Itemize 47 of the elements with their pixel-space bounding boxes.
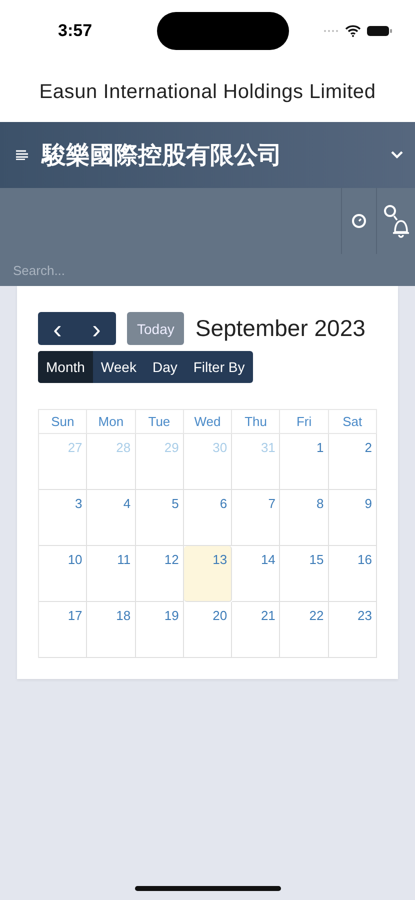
day-cell[interactable]: 5 <box>136 490 184 546</box>
day-cell[interactable]: 14 <box>232 546 280 602</box>
weekday-header: Sat <box>328 410 377 434</box>
weekday-header: Thu <box>232 410 280 434</box>
weekday-header: Sun <box>39 410 88 434</box>
signal-icon <box>323 29 339 33</box>
view-tab[interactable]: Month <box>38 351 93 383</box>
view-tab[interactable]: Week <box>92 351 144 383</box>
day-cell[interactable]: 23 <box>328 602 377 658</box>
wifi-icon <box>345 25 361 37</box>
day-cell[interactable]: 20 <box>184 602 232 658</box>
day-cell[interactable]: 17 <box>39 602 88 658</box>
day-cell[interactable]: 10 <box>39 546 88 602</box>
next-button[interactable]: › <box>77 312 116 345</box>
today-button[interactable]: Today <box>127 312 184 345</box>
day-cell[interactable]: 19 <box>136 602 184 658</box>
previous-button[interactable]: ‹ <box>38 312 77 345</box>
weekday-header: Wed <box>184 410 232 434</box>
weekday-header: Mon <box>87 410 136 434</box>
day-cell[interactable]: 2 <box>328 434 377 490</box>
weekday-header: Tue <box>136 410 184 434</box>
day-cell[interactable]: 22 <box>280 602 329 658</box>
menu-icon[interactable] <box>16 150 28 160</box>
chevron-down-icon[interactable] <box>391 151 403 159</box>
month-title: September 2023 <box>195 315 366 342</box>
day-cell[interactable]: 8 <box>280 490 329 546</box>
clock-icon[interactable] <box>351 213 367 229</box>
day-cell[interactable]: 11 <box>87 546 136 602</box>
view-tab[interactable]: Day <box>144 351 186 383</box>
view-tab[interactable]: Filter By <box>185 351 253 383</box>
bell-icon[interactable] <box>383 204 409 238</box>
status-time: 3:57 <box>58 21 92 41</box>
battery-icon <box>367 25 393 37</box>
weekday-header: Fri <box>280 410 329 434</box>
day-cell[interactable]: 3 <box>39 490 88 546</box>
day-cell[interactable]: 18 <box>87 602 136 658</box>
day-cell[interactable]: 1 <box>280 434 329 490</box>
day-cell[interactable]: 21 <box>232 602 280 658</box>
company-name: 駿樂國際控股有限公司 <box>42 140 283 171</box>
day-cell[interactable]: 15 <box>280 546 329 602</box>
day-cell[interactable]: 9 <box>328 490 377 546</box>
day-cell[interactable]: 4 <box>87 490 136 546</box>
app-title: Easun International Holdings Limited <box>0 62 415 122</box>
search-field[interactable]: Search... <box>0 254 415 286</box>
day-cell[interactable]: 7 <box>232 490 280 546</box>
day-cell[interactable]: 16 <box>328 546 377 602</box>
day-cell[interactable]: 13 <box>184 546 232 602</box>
